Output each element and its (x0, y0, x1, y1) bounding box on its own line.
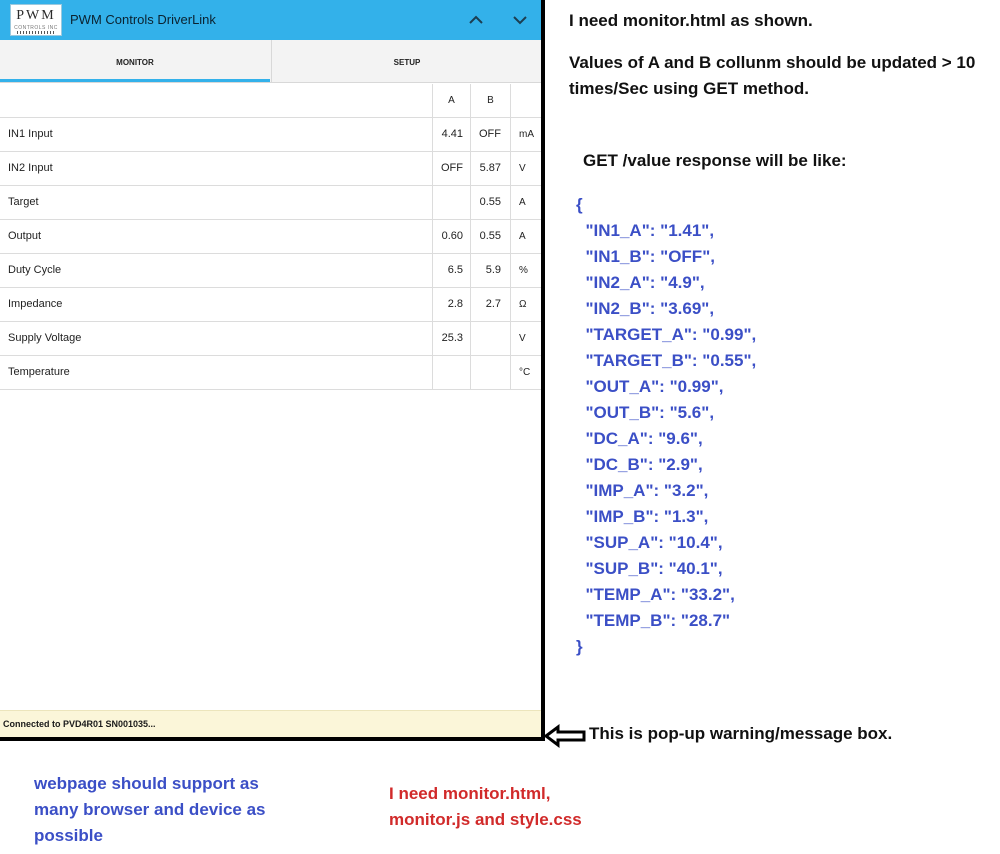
app-title: PWM Controls DriverLink (70, 12, 216, 27)
brand-logo: PWM CONTROLS INC (10, 4, 62, 36)
annotation-get-response: GET /value response will be like: (583, 151, 847, 170)
row-label: Output (8, 230, 42, 242)
header-a: A (432, 84, 470, 117)
table-header-row: A B (0, 84, 541, 118)
table-row: Target 0.55 A (0, 186, 541, 220)
annotation-popup: This is pop-up warning/message box. (589, 724, 893, 743)
value-b: 0.55 (470, 220, 510, 253)
row-label: Target (8, 196, 39, 208)
value-a: 25.3 (432, 322, 470, 355)
table-row: IN1 Input 4.41 OFF mA (0, 118, 541, 152)
table-row: Temperature °C (0, 356, 541, 390)
unit: °C (510, 356, 541, 389)
header-unit (510, 84, 541, 117)
annotation-files: I need monitor.html, monitor.js and styl… (389, 784, 582, 829)
value-a (432, 186, 470, 219)
tab-setup[interactable]: SETUP (271, 40, 541, 82)
tab-monitor[interactable]: MONITOR (0, 40, 270, 82)
value-b: 5.87 (470, 152, 510, 185)
row-label: IN2 Input (8, 162, 53, 174)
row-label: IN1 Input (8, 128, 53, 140)
table-row: Duty Cycle 6.5 5.9 % (0, 254, 541, 288)
logo-text: PWM (16, 8, 56, 23)
chevron-down-icon[interactable] (508, 8, 532, 32)
value-b (470, 356, 510, 389)
chevron-up-icon[interactable] (464, 8, 488, 32)
row-label: Duty Cycle (8, 264, 62, 276)
value-b: OFF (470, 118, 510, 151)
table-row: Supply Voltage 25.3 V (0, 322, 541, 356)
row-label: Impedance (8, 298, 63, 310)
unit: A (510, 220, 541, 253)
value-a: 6.5 (432, 254, 470, 287)
value-a: 4.41 (432, 118, 470, 151)
header-b: B (470, 84, 510, 117)
unit: Ω (510, 288, 541, 321)
value-b: 2.7 (470, 288, 510, 321)
value-b: 5.9 (470, 254, 510, 287)
value-a: OFF (432, 152, 470, 185)
unit: A (510, 186, 541, 219)
unit: V (510, 322, 541, 355)
json-example: { "IN1_A": "1.41", "IN1_B": "OFF", "IN2_… (576, 195, 757, 656)
status-message-box: Connected to PVD4R01 SN001035... (0, 710, 541, 737)
table-row: Impedance 2.8 2.7 Ω (0, 288, 541, 322)
annotation-update-rate: Values of A and B collunm should be upda… (569, 53, 976, 98)
unit: % (510, 254, 541, 287)
value-a: 2.8 (432, 288, 470, 321)
device-frame: PWM CONTROLS INC PWM Controls DriverLink… (0, 0, 545, 741)
app-bar: PWM CONTROLS INC PWM Controls DriverLink (0, 0, 541, 40)
value-a (432, 356, 470, 389)
table-row: IN2 Input OFF 5.87 V (0, 152, 541, 186)
table-row: Output 0.60 0.55 A (0, 220, 541, 254)
annotation-browser-support: webpage should support as many browser a… (34, 774, 266, 845)
unit: V (510, 152, 541, 185)
value-b (470, 322, 510, 355)
header-label (0, 84, 432, 117)
annotation-requirement: I need monitor.html as shown. (569, 11, 813, 30)
arrow-left-icon (543, 724, 586, 748)
status-message: Connected to PVD4R01 SN001035... (3, 719, 156, 729)
unit: mA (510, 118, 541, 151)
row-label: Temperature (8, 366, 70, 378)
tab-bar: MONITOR SETUP (0, 40, 541, 83)
value-a: 0.60 (432, 220, 470, 253)
monitor-table: A B IN1 Input 4.41 OFF mA IN2 Input OFF … (0, 84, 541, 390)
logo-bars (17, 31, 55, 34)
row-label: Supply Voltage (8, 332, 82, 344)
value-b: 0.55 (470, 186, 510, 219)
